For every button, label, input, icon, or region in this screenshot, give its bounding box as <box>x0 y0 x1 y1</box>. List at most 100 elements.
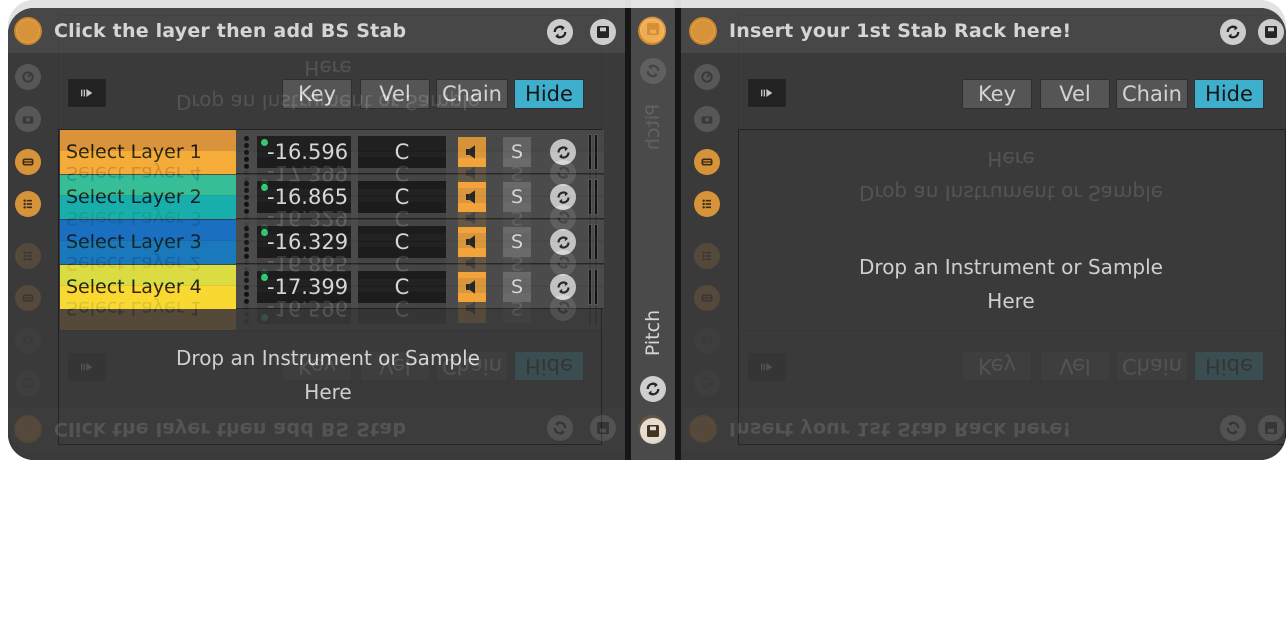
chain-name-2[interactable]: Select Layer 2 <box>60 175 236 219</box>
chain-row-4[interactable]: Select Layer 4 -17.399 C S <box>60 265 604 309</box>
chain-meter-2 <box>588 179 600 215</box>
chain-solo-2[interactable]: S <box>503 182 531 212</box>
chain-row-2[interactable]: Select Layer 2 -16.865 C S <box>60 175 604 219</box>
drag-handle-icon[interactable] <box>243 226 251 259</box>
volume-indicator-icon <box>261 229 268 236</box>
chain-row-1[interactable]: Select Layer 1 -16.596 C S <box>60 130 604 174</box>
left-drop-hint: Drop an Instrument or Sample Here <box>108 341 548 409</box>
chain-hot-swap-2[interactable] <box>550 184 576 210</box>
chain-hot-swap-1[interactable] <box>550 139 576 165</box>
right-drop-hint-line1: Drop an Instrument or Sample <box>859 255 1163 279</box>
hot-swap-icon <box>646 382 660 396</box>
chain-key-3[interactable]: C <box>358 226 446 258</box>
chain-activator-4[interactable] <box>458 272 486 302</box>
show-chains-icon <box>23 199 32 209</box>
pitch-titlebar[interactable] <box>631 8 675 54</box>
macro-icon <box>22 71 34 83</box>
pitch-power-button[interactable] <box>638 17 666 45</box>
pitch-save-button[interactable] <box>640 418 666 444</box>
right-show-chains-toggle[interactable] <box>694 191 720 217</box>
right-macro-toggle[interactable] <box>694 64 720 90</box>
drag-handle-icon[interactable] <box>243 181 251 214</box>
chain-volume-4[interactable]: -17.399 <box>257 271 351 303</box>
left-chain-button[interactable]: Chain <box>436 79 508 109</box>
drag-handle-icon[interactable] <box>243 136 251 169</box>
chain-solo-1[interactable]: S <box>503 137 531 167</box>
left-drop-hint-line2: Here <box>304 380 352 404</box>
right-auto-select-button[interactable] <box>748 79 786 107</box>
right-rack-body: Key Vel Chain Hide Drop an Instrument or… <box>681 54 1286 460</box>
chain-solo-4[interactable]: S <box>503 272 531 302</box>
chain-volume-3[interactable]: -16.329 <box>257 226 351 258</box>
right-snapshot-toggle[interactable] <box>694 106 720 132</box>
right-rack-save-button[interactable] <box>1258 19 1284 45</box>
device-chain-frame: Click the layer then add BS Stab Key Vel… <box>8 8 1286 460</box>
chain-solo-3[interactable]: S <box>503 227 531 257</box>
hot-swap-icon <box>1226 25 1240 39</box>
camera-icon <box>22 116 34 124</box>
hot-swap-icon <box>556 236 570 248</box>
right-drop-hint-line2: Here <box>987 289 1035 313</box>
right-chain-list-toggle[interactable] <box>694 149 720 175</box>
right-hide-button[interactable]: Hide <box>1194 79 1264 109</box>
chain-volume-2[interactable]: -16.865 <box>257 181 351 213</box>
right-rack-power-button[interactable] <box>689 17 717 45</box>
left-rack-title: Click the layer then add BS Stab <box>54 20 407 42</box>
chain-volume-value-3: -16.329 <box>267 230 349 254</box>
reflection-fade <box>0 460 1286 619</box>
hot-swap-icon <box>553 25 567 39</box>
chain-hot-swap-4[interactable] <box>550 274 576 300</box>
chain-key-4[interactable]: C <box>358 271 446 303</box>
chain-key-1[interactable]: C <box>358 136 446 168</box>
play-arrow-icon <box>81 89 93 97</box>
left-key-button[interactable]: Key <box>282 79 352 109</box>
speaker-icon <box>466 145 475 159</box>
volume-indicator-icon <box>261 184 268 191</box>
chain-activator-3[interactable] <box>458 227 486 257</box>
chain-name-3[interactable]: Select Layer 3 <box>60 220 236 264</box>
pitch-hot-swap-button[interactable] <box>640 376 666 402</box>
right-chain-button[interactable]: Chain <box>1116 79 1188 109</box>
left-hide-button[interactable]: Hide <box>514 79 584 109</box>
speaker-icon <box>466 280 475 294</box>
left-rack-body: Key Vel Chain Hide Select Layer 1 -16.59… <box>8 54 625 460</box>
right-vel-button[interactable]: Vel <box>1040 79 1110 109</box>
chain-name-1[interactable]: Select Layer 1 <box>60 130 236 174</box>
left-auto-select-button[interactable] <box>68 79 106 107</box>
left-rack-hot-swap-button[interactable] <box>547 19 573 45</box>
left-rack-save-button[interactable] <box>590 19 616 45</box>
chain-volume-value-1: -16.596 <box>267 140 349 164</box>
chain-volume-value-2: -16.865 <box>267 185 349 209</box>
left-drop-hint-line1: Drop an Instrument or Sample <box>176 346 480 370</box>
left-snapshot-toggle[interactable] <box>15 106 41 132</box>
left-show-chains-toggle[interactable] <box>15 191 41 217</box>
right-rack-hot-swap-button[interactable] <box>1220 19 1246 45</box>
pitch-body: Pitch <box>631 54 675 460</box>
pitch-device: Pitch <box>631 8 675 460</box>
chain-list-icon <box>22 158 34 166</box>
right-rack-titlebar[interactable]: Insert your 1st Stab Rack here! <box>681 8 1286 54</box>
right-drop-hint: Drop an Instrument or Sample Here <box>791 250 1231 318</box>
save-icon <box>1265 26 1277 38</box>
right-key-button[interactable]: Key <box>962 79 1032 109</box>
left-macro-toggle[interactable] <box>15 64 41 90</box>
drag-handle-icon[interactable] <box>243 271 251 304</box>
show-chains-icon <box>702 199 711 209</box>
chain-activator-1[interactable] <box>458 137 486 167</box>
chain-key-2[interactable]: C <box>358 181 446 213</box>
chain-volume-1[interactable]: -16.596 <box>257 136 351 168</box>
left-vel-button[interactable]: Vel <box>360 79 430 109</box>
chain-name-4[interactable]: Select Layer 4 <box>60 265 236 309</box>
chain-hot-swap-3[interactable] <box>550 229 576 255</box>
chain-activator-2[interactable] <box>458 182 486 212</box>
chain-list-icon <box>701 158 713 166</box>
hot-swap-icon <box>556 146 570 158</box>
chain-row-3[interactable]: Select Layer 3 -16.329 C S <box>60 220 604 264</box>
left-rack-titlebar[interactable]: Click the layer then add BS Stab <box>8 8 625 54</box>
chain-meter-1 <box>588 134 600 170</box>
hot-swap-icon <box>556 281 570 293</box>
speaker-icon <box>466 190 475 204</box>
left-rack-power-button[interactable] <box>14 17 42 45</box>
right-rack-title: Insert your 1st Stab Rack here! <box>729 20 1072 42</box>
left-chain-list-toggle[interactable] <box>15 149 41 175</box>
